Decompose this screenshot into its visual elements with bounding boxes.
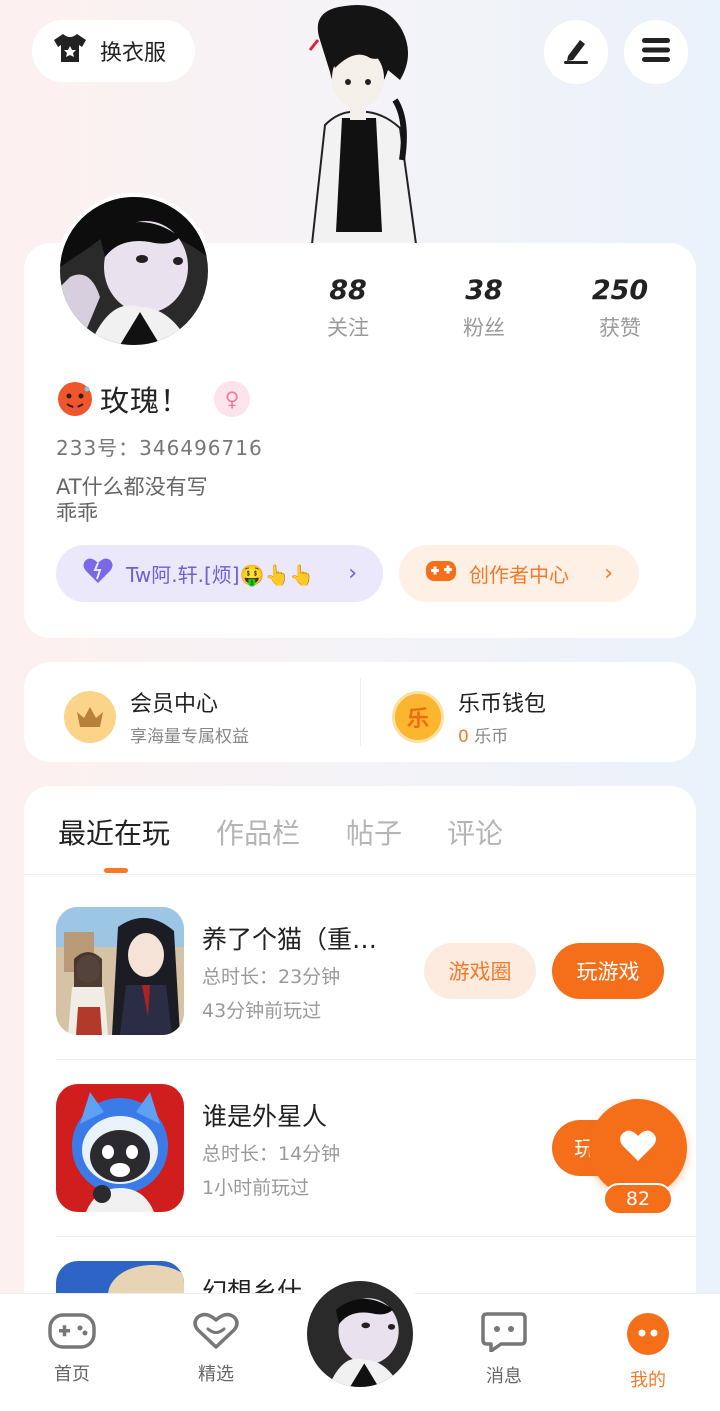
coin-icon: 乐 bbox=[392, 690, 444, 743]
wallet-title: 乐币钱包 bbox=[458, 692, 547, 717]
gamepad-icon bbox=[425, 558, 457, 589]
game-circle-button[interactable]: 游戏圈 bbox=[424, 943, 536, 999]
game-last-played: 43分钟前玩过 bbox=[202, 1000, 322, 1022]
change-outfit-button[interactable]: 换衣服 bbox=[32, 20, 195, 82]
divider bbox=[56, 1059, 696, 1060]
wallet-balance-value: 0 bbox=[458, 727, 469, 747]
menu-button[interactable] bbox=[624, 20, 688, 84]
nav-label: 首页 bbox=[54, 1364, 90, 1385]
tshirt-icon bbox=[52, 32, 88, 70]
chevron-right-icon: › bbox=[348, 561, 357, 586]
profile-face-icon bbox=[626, 1312, 670, 1360]
stat-value: 250 bbox=[591, 275, 649, 306]
stat-likes[interactable]: 250 获赞 bbox=[570, 275, 670, 342]
nav-me[interactable]: 我的 bbox=[600, 1312, 696, 1392]
game-thumbnail[interactable] bbox=[56, 1084, 184, 1212]
gamepad-icon bbox=[48, 1312, 96, 1354]
edit-button[interactable] bbox=[544, 20, 608, 84]
wallet-balance-unit: 乐币 bbox=[474, 727, 509, 747]
stat-label: 关注 bbox=[327, 316, 369, 340]
heart-icon bbox=[82, 557, 114, 590]
nav-featured[interactable]: 精选 bbox=[168, 1312, 264, 1386]
play-game-button[interactable]: 玩游戏 bbox=[552, 943, 664, 999]
game-duration: 总时长：23分钟 bbox=[202, 966, 341, 988]
tab-works[interactable]: 作品栏 bbox=[216, 812, 300, 852]
chevron-right-icon: › bbox=[604, 561, 613, 586]
heart-icon bbox=[619, 1129, 657, 1167]
nav-home[interactable]: 首页 bbox=[24, 1312, 120, 1386]
bio-line: AT什么都没有写 bbox=[56, 475, 208, 499]
character-figure[interactable] bbox=[290, 0, 430, 245]
stat-value: 38 bbox=[465, 275, 503, 306]
tab-comments[interactable]: 评论 bbox=[447, 812, 503, 852]
crown-icon bbox=[64, 690, 116, 743]
tab-posts[interactable]: 帖子 bbox=[346, 812, 402, 852]
pen-icon bbox=[560, 34, 592, 70]
menu-icon bbox=[640, 36, 672, 68]
user-id: 233号：346496716 bbox=[56, 436, 263, 460]
member-center-subtitle: 享海量专属权益 bbox=[130, 727, 249, 747]
username-row: 玫瑰！ ♀ bbox=[56, 378, 251, 420]
like-count: 82 bbox=[603, 1183, 673, 1215]
game-name[interactable]: 养了个猫（重… bbox=[202, 920, 402, 956]
tab-indicator bbox=[104, 868, 128, 873]
game-duration: 总时长：14分钟 bbox=[202, 1143, 341, 1165]
creator-center-button[interactable]: 创作者中心 › bbox=[399, 545, 639, 602]
creator-center-label: 创作者中心 bbox=[469, 563, 569, 587]
chat-icon bbox=[481, 1312, 527, 1356]
username: 玫瑰！ bbox=[100, 384, 191, 418]
female-gender-icon: ♀ bbox=[214, 381, 251, 417]
nav-label: 精选 bbox=[198, 1364, 234, 1385]
bio-line: 乖乖 bbox=[56, 501, 98, 525]
nav-label: 我的 bbox=[630, 1370, 666, 1391]
divider bbox=[24, 874, 696, 875]
divider bbox=[56, 1236, 696, 1237]
nav-label: 消息 bbox=[486, 1366, 522, 1387]
heart-outline-icon bbox=[192, 1312, 240, 1354]
fan-group-label: Tw阿.轩.[烦]🤑👆👆 bbox=[126, 563, 315, 587]
stat-label: 获赞 bbox=[599, 316, 641, 340]
nav-avatar-button[interactable] bbox=[304, 1278, 416, 1390]
stat-label: 粉丝 bbox=[463, 316, 505, 340]
nav-messages[interactable]: 消息 bbox=[456, 1312, 552, 1388]
stat-fans[interactable]: 38 粉丝 bbox=[434, 275, 534, 342]
wallet-balance: 0 乐币 bbox=[458, 722, 546, 747]
stat-following[interactable]: 88 关注 bbox=[298, 275, 398, 342]
game-thumbnail[interactable] bbox=[56, 1261, 184, 1295]
game-last-played: 1小时前玩过 bbox=[202, 1177, 310, 1199]
avatar[interactable] bbox=[56, 193, 212, 349]
fan-group-button[interactable]: Tw阿.轩.[烦]🤑👆👆 › bbox=[56, 545, 383, 602]
bio: AT什么都没有写 乖乖 bbox=[56, 474, 208, 526]
game-thumbnail[interactable] bbox=[56, 907, 184, 1035]
stat-value: 88 bbox=[329, 275, 367, 306]
divider bbox=[360, 678, 361, 746]
tab-recently-played[interactable]: 最近在玩 bbox=[58, 812, 170, 852]
change-outfit-label: 换衣服 bbox=[100, 41, 167, 66]
game-name[interactable]: 谁是外星人 bbox=[202, 1097, 402, 1133]
member-center-title: 会员中心 bbox=[130, 692, 219, 717]
hot-face-emoji-icon bbox=[56, 380, 94, 418]
member-center-entry[interactable]: 会员中心 享海量专属权益 bbox=[64, 686, 249, 747]
wallet-entry[interactable]: 乐 乐币钱包 0 乐币 bbox=[392, 686, 546, 747]
